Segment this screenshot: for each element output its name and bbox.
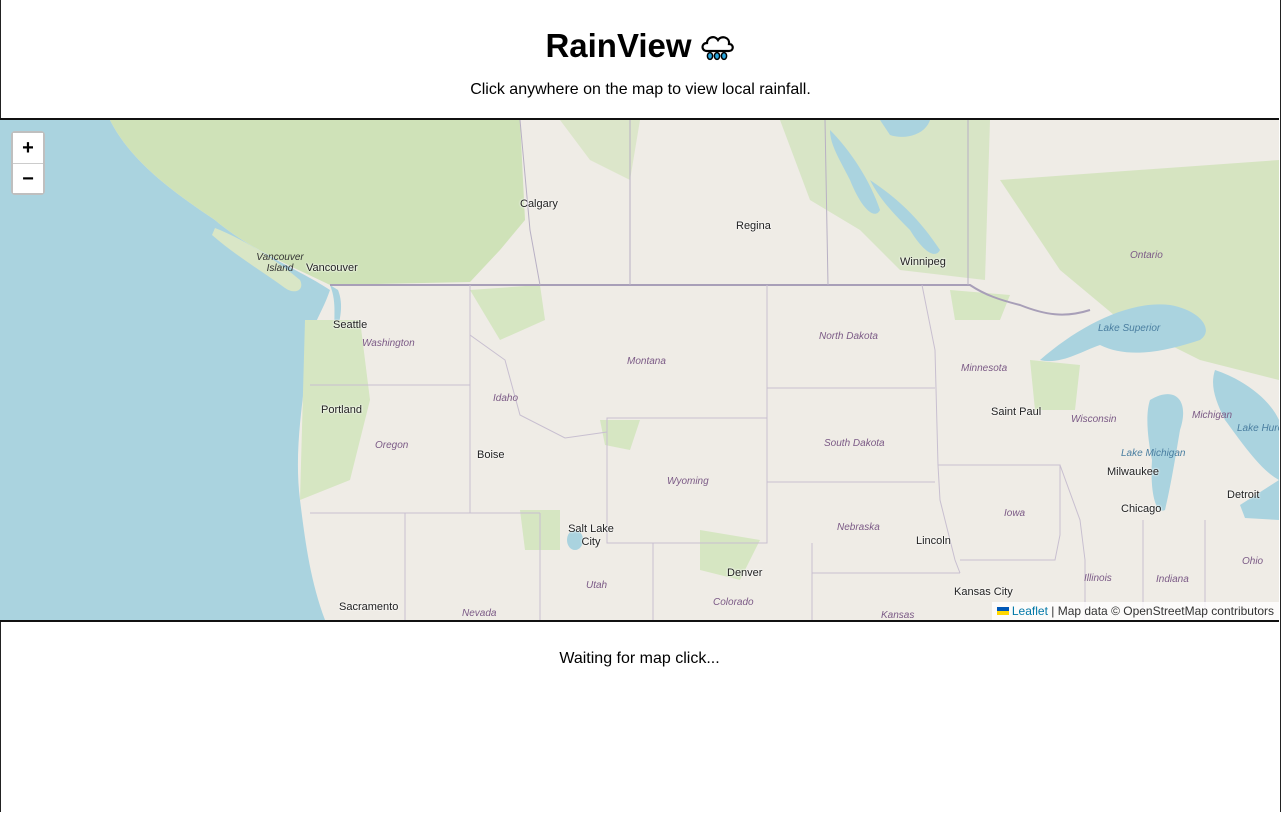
city-label: Calgary	[520, 198, 558, 210]
city-label: Saint Paul	[991, 406, 1042, 418]
city-label: Seattle	[333, 319, 368, 331]
subtitle: Click anywhere on the map to view local …	[470, 81, 811, 98]
region-label: Washington	[362, 338, 415, 349]
city-label: Regina	[736, 220, 771, 232]
city-label: Sacramento	[339, 601, 399, 613]
region-label: Wisconsin	[1071, 414, 1117, 425]
city-label: Detroit	[1227, 489, 1260, 501]
city-label: Milwaukee	[1107, 466, 1159, 478]
region-label: Indiana	[1156, 574, 1189, 585]
region-label: Ohio	[1242, 556, 1264, 567]
page-title: RainView	[1, 0, 1280, 66]
rain-cloud-icon	[698, 29, 736, 63]
region-label: Colorado	[713, 597, 754, 608]
ukraine-flag-icon	[996, 603, 1009, 615]
region-label: Minnesota	[961, 363, 1008, 374]
city-label: Boise	[477, 449, 505, 461]
city-label: Portland	[321, 404, 362, 416]
region-label: Illinois	[1084, 573, 1112, 584]
region-label: Nebraska	[837, 522, 880, 533]
region-label: North Dakota	[819, 331, 878, 342]
rainfall-map[interactable]: Calgary Regina Winnipeg Vancouver Seattl…	[0, 118, 1279, 622]
map-attribution: Leaflet | Map data © OpenStreetMap contr…	[991, 602, 1279, 620]
region-label: Iowa	[1004, 508, 1026, 519]
region-label: Oregon	[375, 440, 409, 451]
header: RainView Click anywhere on the map to vi…	[1, 0, 1280, 118]
city-label: Salt Lake City	[568, 523, 614, 548]
attribution-text: | Map data © OpenStreetMap contributors	[1051, 604, 1274, 618]
region-label: Wyoming	[667, 476, 709, 487]
lake-label: Lake Michigan	[1121, 448, 1186, 459]
leaflet-link[interactable]: Leaflet	[1012, 604, 1048, 618]
zoom-out-button[interactable]: −	[13, 163, 43, 193]
city-label: Winnipeg	[900, 256, 946, 268]
region-label: Ontario	[1130, 250, 1163, 261]
region-label: South Dakota	[824, 438, 885, 449]
zoom-in-button[interactable]: +	[13, 133, 43, 163]
region-label: Idaho	[493, 393, 519, 404]
city-label: Lincoln	[916, 535, 951, 547]
city-label: Kansas City	[954, 586, 1013, 598]
title-text: RainView	[545, 27, 692, 64]
city-label: Denver	[727, 567, 763, 579]
city-label: Vancouver	[306, 262, 358, 274]
region-label: Nevada	[462, 608, 497, 619]
region-label: Utah	[586, 580, 608, 591]
region-label: Michigan	[1192, 410, 1233, 421]
region-label: Vancouver Island	[256, 252, 304, 274]
zoom-control: + −	[11, 131, 45, 195]
lake-label: Lake Superior	[1098, 323, 1161, 334]
city-label: Chicago	[1121, 503, 1162, 515]
region-label: Montana	[627, 356, 666, 367]
lake-label: Lake Huro	[1237, 423, 1279, 434]
status-message: Waiting for map click...	[559, 650, 720, 667]
region-label: Kansas	[881, 610, 915, 621]
map-tiles	[0, 120, 1279, 620]
